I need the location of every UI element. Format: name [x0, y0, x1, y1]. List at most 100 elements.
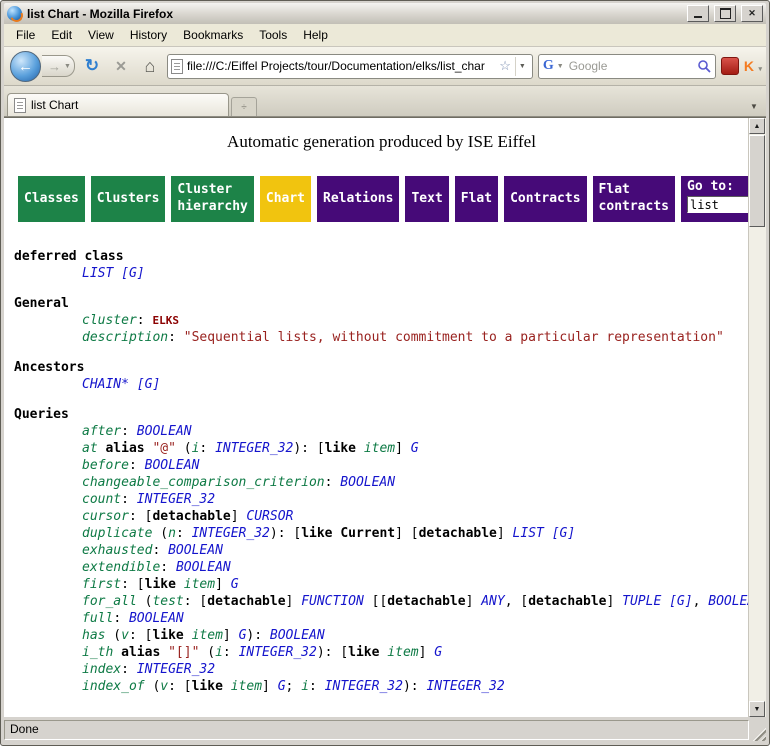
class-link[interactable]: G [278, 679, 286, 694]
class-link[interactable]: BOOLEAN [340, 475, 395, 490]
bookmark-star-icon[interactable]: ☆ [499, 58, 511, 74]
scrollbar-thumb[interactable] [749, 135, 765, 227]
menu-history[interactable]: History [122, 25, 175, 45]
nav-goto: Go to: [681, 176, 749, 222]
goto-input[interactable] [687, 196, 749, 213]
menu-file[interactable]: File [8, 25, 43, 45]
class-link[interactable]: INTEGER_32 [215, 441, 293, 456]
code-line: has (v: [like item] G): BOOLEAN [14, 627, 749, 644]
scroll-down-button[interactable]: ▼ [749, 701, 765, 717]
address-bar[interactable]: ☆ ▼ [167, 54, 533, 79]
navigation-toolbar: ← →▼ ↻ ✕ ⌂ ☆ ▼ G ▼ K [4, 47, 766, 86]
code-text: before [82, 458, 129, 473]
code-line: description: "Sequential lists, without … [14, 329, 749, 346]
nav-button-classes[interactable]: Classes [18, 176, 85, 222]
code-text: detachable [152, 509, 230, 524]
resize-grip-icon[interactable] [751, 726, 766, 741]
class-link[interactable]: [G] [669, 594, 692, 609]
code-line: for_all (test: [detachable] FUNCTION [[d… [14, 593, 749, 610]
tab-list-chart[interactable]: list Chart [7, 93, 229, 116]
class-link[interactable]: BOOLEAN [176, 560, 231, 575]
google-logo-icon[interactable]: G [543, 58, 554, 74]
firefox-logo-icon [7, 6, 22, 21]
minimize-button[interactable] [687, 5, 709, 22]
close-button[interactable]: ✕ [741, 5, 763, 22]
class-link[interactable]: LIST [513, 526, 544, 541]
code-text: changeable_comparison_criterion [82, 475, 325, 490]
menu-bookmarks[interactable]: Bookmarks [175, 25, 251, 45]
class-link[interactable]: TUPLE [622, 594, 661, 609]
code-text: ] [395, 441, 411, 456]
vertical-scrollbar[interactable]: ▲ ▼ [748, 118, 766, 717]
extension-red-icon[interactable] [721, 57, 739, 75]
class-link[interactable]: FUNCTION [301, 594, 364, 609]
back-button[interactable]: ← [10, 51, 41, 82]
code-text: item [192, 628, 223, 643]
list-all-tabs-button[interactable]: ▼ [745, 96, 763, 116]
search-magnifier-icon[interactable] [697, 59, 711, 73]
nav-button-cluster-hierarchy[interactable]: Cluster hierarchy [171, 176, 253, 222]
class-link[interactable]: BOOLEAN [137, 424, 192, 439]
menu-tools[interactable]: Tools [251, 25, 295, 45]
class-link[interactable]: INTEGER_32 [137, 662, 215, 677]
code-text: ] [231, 509, 247, 524]
class-link[interactable]: INTEGER_32 [325, 679, 403, 694]
class-link[interactable]: [G] [552, 526, 575, 541]
class-link[interactable]: ANY [481, 594, 504, 609]
nav-button-text[interactable]: Text [405, 176, 448, 222]
nav-button-flat-contracts[interactable]: Flat contracts [593, 176, 675, 222]
refresh-button[interactable]: ↻ [80, 54, 104, 78]
stop-button[interactable]: ✕ [109, 54, 133, 78]
class-link[interactable]: CHAIN* [82, 377, 129, 392]
code-text: detachable [528, 594, 606, 609]
class-link[interactable]: [G] [137, 377, 160, 392]
forward-history-dropdown-icon[interactable]: ▼ [64, 63, 71, 70]
firefox-window: list Chart - Mozilla Firefox ✕ FileEditV… [0, 0, 770, 746]
extension-k-icon[interactable]: K [744, 58, 760, 74]
class-link[interactable]: G [434, 645, 442, 660]
forward-button[interactable]: →▼ [42, 55, 75, 77]
menu-edit[interactable]: Edit [43, 25, 80, 45]
code-text: item [184, 577, 215, 592]
code-line: index_of (v: [like item] G; i: INTEGER_3… [14, 678, 749, 695]
class-link[interactable]: INTEGER_32 [426, 679, 504, 694]
minimize-icon [694, 16, 702, 18]
class-link[interactable]: LIST [82, 266, 113, 281]
titlebar[interactable]: list Chart - Mozilla Firefox ✕ [4, 3, 766, 24]
class-link[interactable]: G [231, 577, 239, 592]
class-link[interactable]: INTEGER_32 [137, 492, 215, 507]
class-link[interactable]: INTEGER_32 [192, 526, 270, 541]
menu-view[interactable]: View [80, 25, 122, 45]
code-text: duplicate [82, 526, 152, 541]
menu-help[interactable]: Help [295, 25, 336, 45]
code-text: : [121, 492, 137, 507]
nav-button-clusters[interactable]: Clusters [91, 176, 166, 222]
nav-button-flat[interactable]: Flat [455, 176, 498, 222]
search-engine-dropdown-icon[interactable]: ▼ [557, 63, 564, 70]
search-bar[interactable]: G ▼ [538, 54, 716, 79]
page-title: Automatic generation produced by ISE Eif… [14, 132, 749, 152]
class-link[interactable]: G [411, 441, 419, 456]
scroll-up-button[interactable]: ▲ [749, 118, 765, 134]
code-text: for_all [82, 594, 137, 609]
class-link[interactable]: [G] [121, 266, 144, 281]
code-text [184, 628, 192, 643]
maximize-button[interactable] [714, 5, 736, 22]
nav-button-chart[interactable]: Chart [260, 176, 311, 222]
code-text [356, 441, 364, 456]
home-button[interactable]: ⌂ [138, 54, 162, 78]
class-link[interactable]: BOOLEAN [270, 628, 325, 643]
url-dropdown-icon[interactable]: ▼ [515, 57, 529, 76]
class-link[interactable]: BOOLEAN [168, 543, 223, 558]
new-tab-stub[interactable]: ÷ [231, 97, 257, 116]
url-input[interactable] [187, 59, 495, 73]
class-link[interactable]: BOOLEAN [708, 594, 749, 609]
class-link[interactable]: CURSOR [246, 509, 293, 524]
class-link[interactable]: BOOLEAN [145, 458, 200, 473]
nav-button-relations[interactable]: Relations [317, 176, 399, 222]
search-input[interactable] [567, 58, 694, 74]
class-link[interactable]: INTEGER_32 [239, 645, 317, 660]
class-link[interactable]: BOOLEAN [129, 611, 184, 626]
code-line: Ancestors [14, 359, 749, 376]
nav-button-contracts[interactable]: Contracts [504, 176, 586, 222]
